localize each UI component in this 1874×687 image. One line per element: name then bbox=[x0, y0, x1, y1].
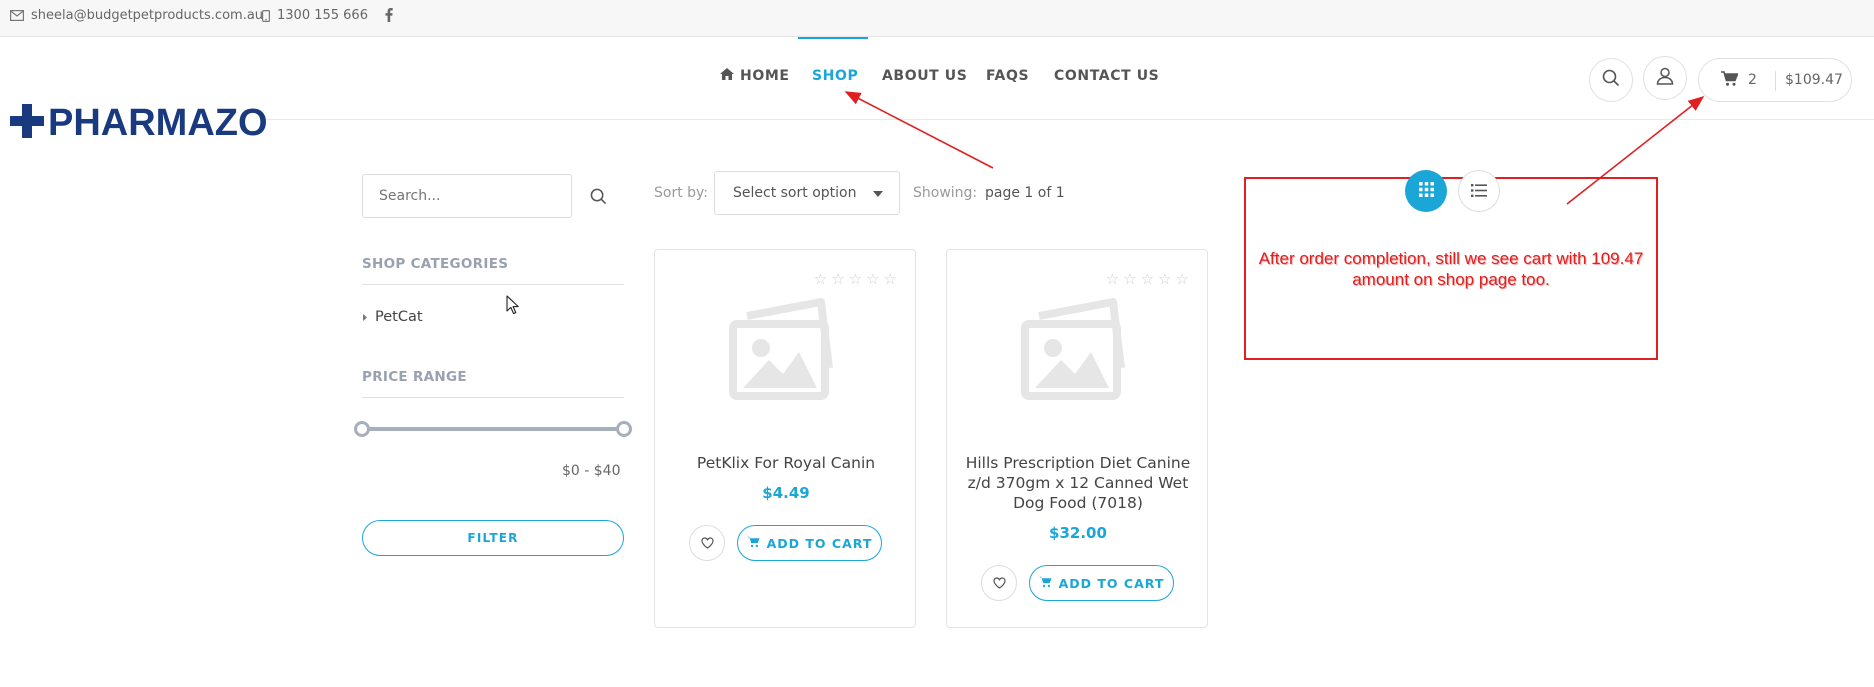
star-icon: ☆ bbox=[848, 270, 863, 288]
shop-categories-heading: SHOP CATEGORIES bbox=[362, 256, 509, 272]
image-placeholder-icon[interactable] bbox=[725, 294, 843, 408]
price-range-divider bbox=[362, 397, 624, 398]
search-icon bbox=[1602, 69, 1620, 91]
add-to-cart-label: ADD TO CART bbox=[1058, 575, 1165, 591]
add-to-cart-button[interactable]: ADD TO CART bbox=[1029, 565, 1174, 601]
facebook-icon bbox=[385, 8, 393, 22]
nav-about-label: ABOUT US bbox=[882, 68, 968, 84]
wishlist-button[interactable] bbox=[981, 565, 1017, 601]
add-to-cart-label: ADD TO CART bbox=[766, 535, 873, 551]
contact-email-text: sheela@budgetpetproducts.com.au bbox=[31, 8, 264, 23]
nav-faqs-label: FAQS bbox=[986, 68, 1030, 84]
star-icon: ☆ bbox=[1175, 270, 1189, 288]
heart-icon bbox=[700, 534, 714, 553]
price-slider-max-handle[interactable] bbox=[616, 421, 632, 437]
sort-label: Sort by: bbox=[654, 185, 709, 201]
nav-faqs[interactable]: FAQS bbox=[986, 68, 1029, 84]
cart-count: 2 bbox=[1748, 72, 1757, 88]
rating-stars: ☆ ☆ ☆ ☆ ☆ bbox=[814, 270, 897, 288]
contact-phone-text: 1300 155 666 bbox=[277, 8, 368, 23]
cart-total: $109.47 bbox=[1785, 72, 1843, 88]
medical-cross-icon bbox=[10, 104, 44, 142]
price-slider-min-handle[interactable] bbox=[354, 421, 370, 437]
phone-icon bbox=[262, 9, 270, 22]
active-nav-indicator bbox=[798, 37, 868, 39]
list-view-button[interactable] bbox=[1458, 170, 1500, 212]
categories-divider bbox=[362, 284, 624, 285]
annotation-text: After order completion, still we see car… bbox=[1258, 249, 1644, 289]
product-price: $32.00 bbox=[1049, 524, 1107, 542]
sidebar-search-icon[interactable] bbox=[590, 188, 607, 209]
list-icon bbox=[1471, 182, 1487, 201]
header-search-button[interactable] bbox=[1589, 58, 1633, 102]
category-item-petcat[interactable]: PetCat bbox=[363, 309, 423, 325]
nav-contact[interactable]: CONTACT US bbox=[1054, 68, 1159, 84]
star-icon: ☆ bbox=[883, 270, 897, 288]
category-label: PetCat bbox=[375, 309, 423, 325]
header-divider bbox=[262, 119, 1874, 120]
star-icon: ☆ bbox=[1105, 270, 1120, 288]
nav-home[interactable]: HOME bbox=[720, 68, 790, 84]
facebook-link[interactable] bbox=[385, 8, 393, 22]
home-icon bbox=[720, 68, 734, 84]
top-contact-bar: sheela@budgetpetproducts.com.au 1300 155… bbox=[0, 0, 1874, 37]
add-to-cart-button[interactable]: ADD TO CART bbox=[737, 525, 882, 561]
star-icon: ☆ bbox=[1158, 270, 1172, 288]
nav-shop-label: SHOP bbox=[812, 68, 859, 84]
site-logo[interactable]: PHARMAZO bbox=[10, 103, 268, 143]
filter-button[interactable]: FILTER bbox=[362, 520, 624, 556]
star-icon: ☆ bbox=[1123, 270, 1137, 288]
mouse-cursor-icon bbox=[506, 295, 520, 319]
image-placeholder-icon[interactable] bbox=[1017, 294, 1135, 408]
product-card[interactable]: ☆ ☆ ☆ ☆ ☆ PetKlix For Royal Canin $4.49 ADD … bbox=[654, 249, 916, 628]
product-price: $4.49 bbox=[762, 484, 810, 502]
rating-stars: ☆ ☆ ☆ ☆ ☆ bbox=[1106, 270, 1189, 288]
nav-contact-label: CONTACT US bbox=[1054, 68, 1160, 84]
arrow-to-shop-nav bbox=[844, 91, 994, 169]
star-icon: ☆ bbox=[831, 270, 845, 288]
star-icon: ☆ bbox=[866, 270, 880, 288]
cart-icon bbox=[1721, 71, 1739, 91]
product-title[interactable]: PetKlix For Royal Canin bbox=[665, 453, 907, 473]
showing-value: page 1 of 1 bbox=[985, 185, 1065, 201]
caret-right-icon bbox=[363, 309, 367, 325]
product-title[interactable]: Hills Prescription Diet Canine z/d 370gm… bbox=[957, 453, 1199, 513]
sort-select-value: Select sort option bbox=[733, 185, 857, 201]
mail-icon bbox=[10, 10, 24, 21]
cart-icon bbox=[1038, 576, 1052, 591]
account-button[interactable] bbox=[1643, 56, 1687, 100]
heart-icon bbox=[992, 574, 1006, 593]
nav-shop[interactable]: SHOP bbox=[812, 68, 858, 84]
contact-email[interactable]: sheela@budgetpetproducts.com.au bbox=[10, 8, 263, 23]
sort-select[interactable]: Select sort option bbox=[714, 171, 900, 215]
star-icon: ☆ bbox=[1140, 270, 1155, 288]
cart-icon bbox=[746, 536, 760, 551]
price-range-label: $0 - $40 bbox=[562, 463, 621, 479]
contact-phone[interactable]: 1300 155 666 bbox=[262, 8, 368, 23]
grid-view-button[interactable] bbox=[1405, 170, 1447, 212]
product-search-input[interactable] bbox=[362, 174, 572, 218]
price-slider-track[interactable] bbox=[362, 427, 624, 431]
star-icon: ☆ bbox=[813, 270, 828, 288]
nav-about[interactable]: ABOUT US bbox=[882, 68, 967, 84]
brand-name: PHARMAZO bbox=[48, 102, 268, 144]
product-card[interactable]: ☆ ☆ ☆ ☆ ☆ Hills Prescription Diet Canine z/d… bbox=[946, 249, 1208, 628]
nav-home-label: HOME bbox=[740, 68, 790, 84]
cart-separator bbox=[1775, 71, 1776, 91]
wishlist-button[interactable] bbox=[689, 525, 725, 561]
chevron-down-icon bbox=[873, 191, 883, 197]
showing-label: Showing: bbox=[913, 185, 978, 201]
price-range-heading: PRICE RANGE bbox=[362, 369, 467, 385]
user-icon bbox=[1656, 67, 1674, 89]
mini-cart-button[interactable]: 2 $109.47 bbox=[1698, 58, 1852, 102]
grid-icon bbox=[1418, 181, 1434, 201]
